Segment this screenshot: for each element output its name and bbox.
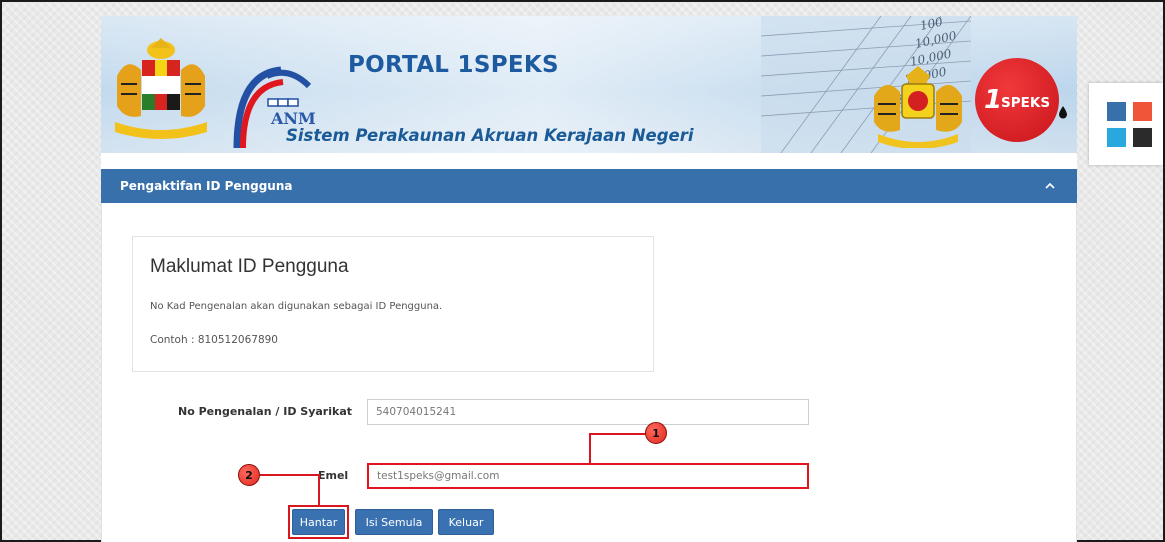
portal-title: PORTAL 1SPEKS — [348, 52, 559, 78]
panel-title: Pengaktifan ID Pengguna — [120, 179, 293, 193]
badge-text: SPEKS — [1001, 95, 1051, 111]
theme-color-picker — [1089, 83, 1163, 165]
malaysia-crest-icon — [115, 38, 207, 139]
panel-header[interactable]: Pengaktifan ID Pengguna — [101, 169, 1077, 203]
swatch-blue[interactable] — [1107, 102, 1126, 121]
id-label: No Pengenalan / ID Syarikat — [178, 405, 352, 418]
portal-subtitle: Sistem Perakaunan Akruan Kerajaan Negeri — [286, 126, 694, 145]
header-banner: 100 10,000 10,000 75,000 8205 PORTAL 1SP — [101, 16, 1077, 153]
exit-button[interactable]: Keluar — [438, 509, 494, 535]
callout-1-marker: 1 — [645, 422, 667, 444]
id-input[interactable]: 540704015241 — [367, 399, 809, 425]
swatch-orange[interactable] — [1133, 102, 1152, 121]
info-title: Maklumat ID Pengguna — [150, 256, 349, 277]
callout-2-marker: 2 — [238, 464, 260, 486]
callout-1-line-horizontal — [589, 433, 646, 435]
callout-2-line-horizontal — [260, 474, 320, 476]
callout-2-line-vertical — [318, 474, 320, 506]
email-input[interactable]: test1speks@gmail.com — [367, 463, 809, 489]
1speks-badge: 1 SPEKS — [975, 58, 1059, 142]
state-crest-icon — [874, 66, 962, 148]
email-label: Emel — [318, 469, 349, 482]
callout-1-line-vertical — [589, 434, 591, 463]
info-example: Contoh : 810512067890 — [150, 334, 278, 346]
submit-highlight-box — [288, 505, 349, 539]
info-description: No Kad Pengenalan akan digunakan sebagai… — [150, 301, 443, 312]
chevron-up-icon[interactable] — [1045, 182, 1055, 190]
reset-button[interactable]: Isi Semula — [355, 509, 433, 535]
swatch-dark[interactable] — [1133, 128, 1152, 147]
swatch-light-blue[interactable] — [1107, 128, 1126, 147]
drop-icon[interactable] — [1054, 103, 1072, 121]
badge-number: 1 — [983, 85, 1003, 115]
